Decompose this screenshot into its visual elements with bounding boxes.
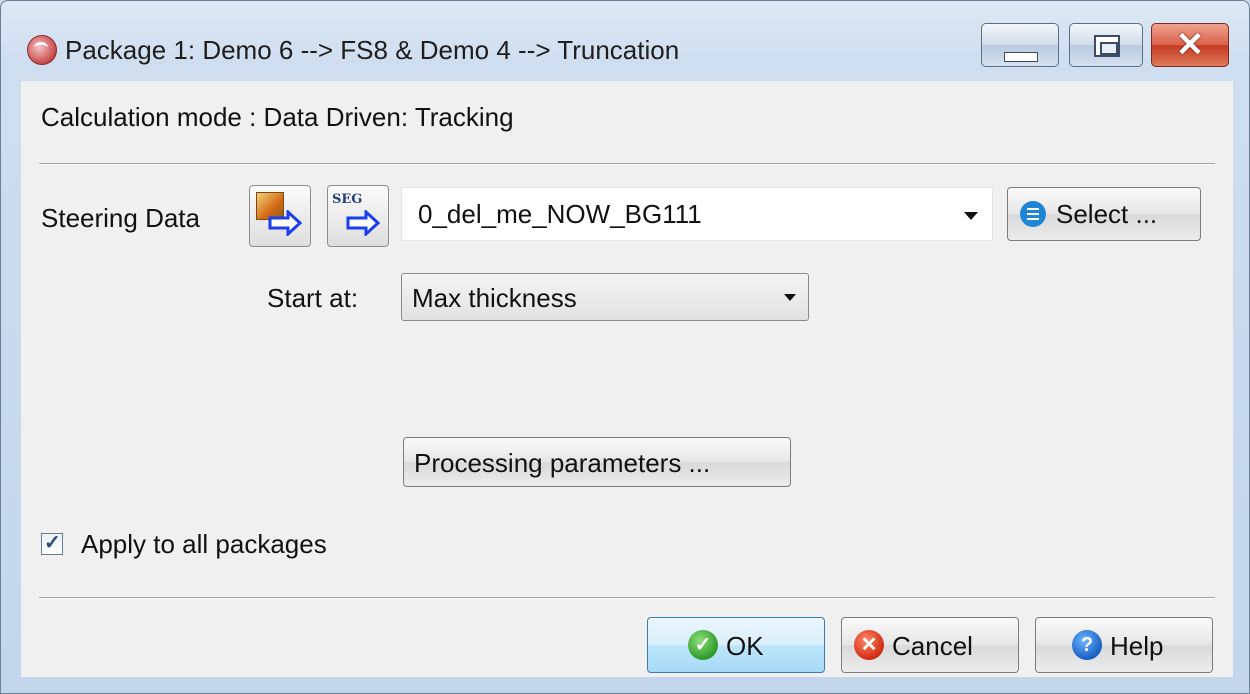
- divider: [39, 597, 1215, 599]
- seg-file-icon: SEG: [332, 192, 363, 207]
- close-button[interactable]: ✕: [1151, 23, 1229, 67]
- help-button[interactable]: ? Help: [1035, 617, 1213, 673]
- start-at-value: Max thickness: [412, 283, 577, 313]
- arrow-right-icon: [268, 210, 302, 236]
- dialog-body: Calculation mode : Data Driven: Tracking…: [21, 81, 1233, 677]
- processing-parameters-label: Processing parameters ...: [414, 448, 711, 478]
- minimize-button[interactable]: [981, 23, 1059, 67]
- chevron-down-icon: [784, 294, 796, 301]
- ok-button[interactable]: ✓ OK: [647, 617, 825, 673]
- close-icon: ✕: [1175, 26, 1205, 64]
- start-at-label: Start at:: [267, 283, 359, 313]
- start-at-dropdown[interactable]: Max thickness: [401, 273, 809, 321]
- steering-data-label: Steering Data: [41, 203, 200, 233]
- window-title: Package 1: Demo 6 --> FS8 & Demo 4 --> T…: [65, 35, 680, 65]
- check-circle-icon: ✓: [688, 630, 718, 660]
- app-icon: [27, 35, 57, 65]
- cancel-button-label: Cancel: [892, 631, 973, 661]
- checkmark-icon: ✓: [44, 532, 61, 554]
- list-icon: [1020, 201, 1046, 227]
- apply-all-label[interactable]: Apply to all packages: [81, 529, 327, 560]
- title-bar[interactable]: Package 1: Demo 6 --> FS8 & Demo 4 --> T…: [1, 1, 1249, 73]
- arrow-right-icon: [346, 210, 380, 236]
- maximize-icon: [1094, 35, 1120, 57]
- apply-all-checkbox[interactable]: ✓: [41, 532, 63, 555]
- dialog-window: Package 1: Demo 6 --> FS8 & Demo 4 --> T…: [0, 0, 1250, 694]
- processing-parameters-button[interactable]: Processing parameters ...: [403, 437, 791, 487]
- chevron-down-icon[interactable]: [964, 212, 978, 220]
- cancel-button[interactable]: ✕ Cancel: [841, 617, 1019, 673]
- load-seg-steering-button[interactable]: SEG: [327, 185, 389, 247]
- minimize-icon: [1004, 52, 1038, 62]
- ok-button-label: OK: [726, 631, 764, 661]
- help-icon: ?: [1072, 630, 1102, 660]
- steering-data-value: 0_del_me_NOW_BG111: [418, 199, 702, 229]
- calculation-mode-label: Calculation mode : Data Driven: Tracking: [41, 102, 514, 132]
- cancel-circle-icon: ✕: [854, 630, 884, 660]
- steering-data-combobox[interactable]: 0_del_me_NOW_BG111: [401, 187, 993, 241]
- select-button-label: Select ...: [1056, 199, 1158, 229]
- help-button-label: Help: [1110, 631, 1164, 661]
- load-image-steering-button[interactable]: [249, 185, 311, 247]
- maximize-button[interactable]: [1069, 23, 1143, 67]
- select-button[interactable]: Select ...: [1007, 187, 1201, 241]
- divider: [39, 163, 1215, 165]
